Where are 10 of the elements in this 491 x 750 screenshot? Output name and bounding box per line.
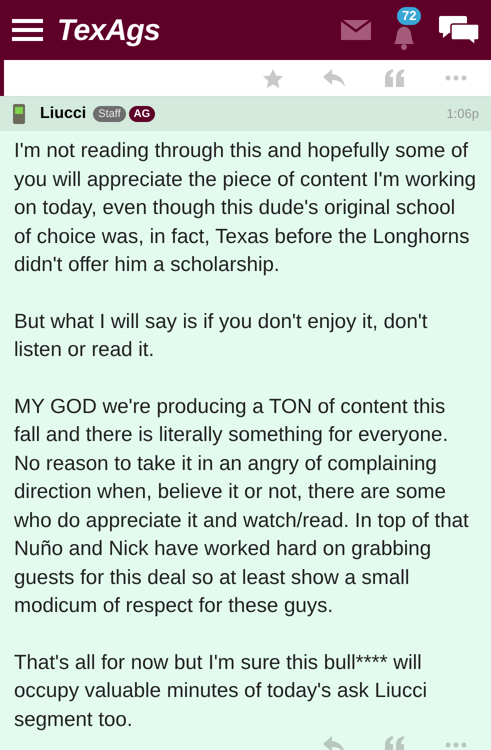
post-time: 1:06p	[446, 105, 479, 124]
post-paragraph: That's all for now but I'm sure this bull**** will occupy valuable minutes of today's ask Liucci segment too.	[14, 650, 428, 732]
role-badge: Staff	[93, 106, 126, 122]
notification-badge: 72	[397, 7, 422, 25]
logo[interactable]: TexAgs	[57, 8, 160, 52]
post-paragraph: MY GOD we're producing a TON of content this fall and there is literally something for everyone. No reason to take it in an angry of complaining direction when, believe it or not, there are some who do appreciate it and watch/read. In top of that Nuño and Nick have worked hard on grabbing guests for this deal so at least show a small modicum of respect for these guys.	[14, 394, 470, 619]
author-name[interactable]: Liucci	[40, 102, 86, 126]
post-paragraph: But what I will say is if you don't enjoy it, don't listen or read it.	[14, 308, 428, 363]
class-badge: AG	[128, 106, 156, 122]
post-paragraph: I'm not reading through this and hopefully some of you will appreciate the piece of content I'm working on today, even though this dude's original school of choice was, in fact, Texas before the Longhorns didn't offer him a scholarship.	[14, 138, 477, 278]
